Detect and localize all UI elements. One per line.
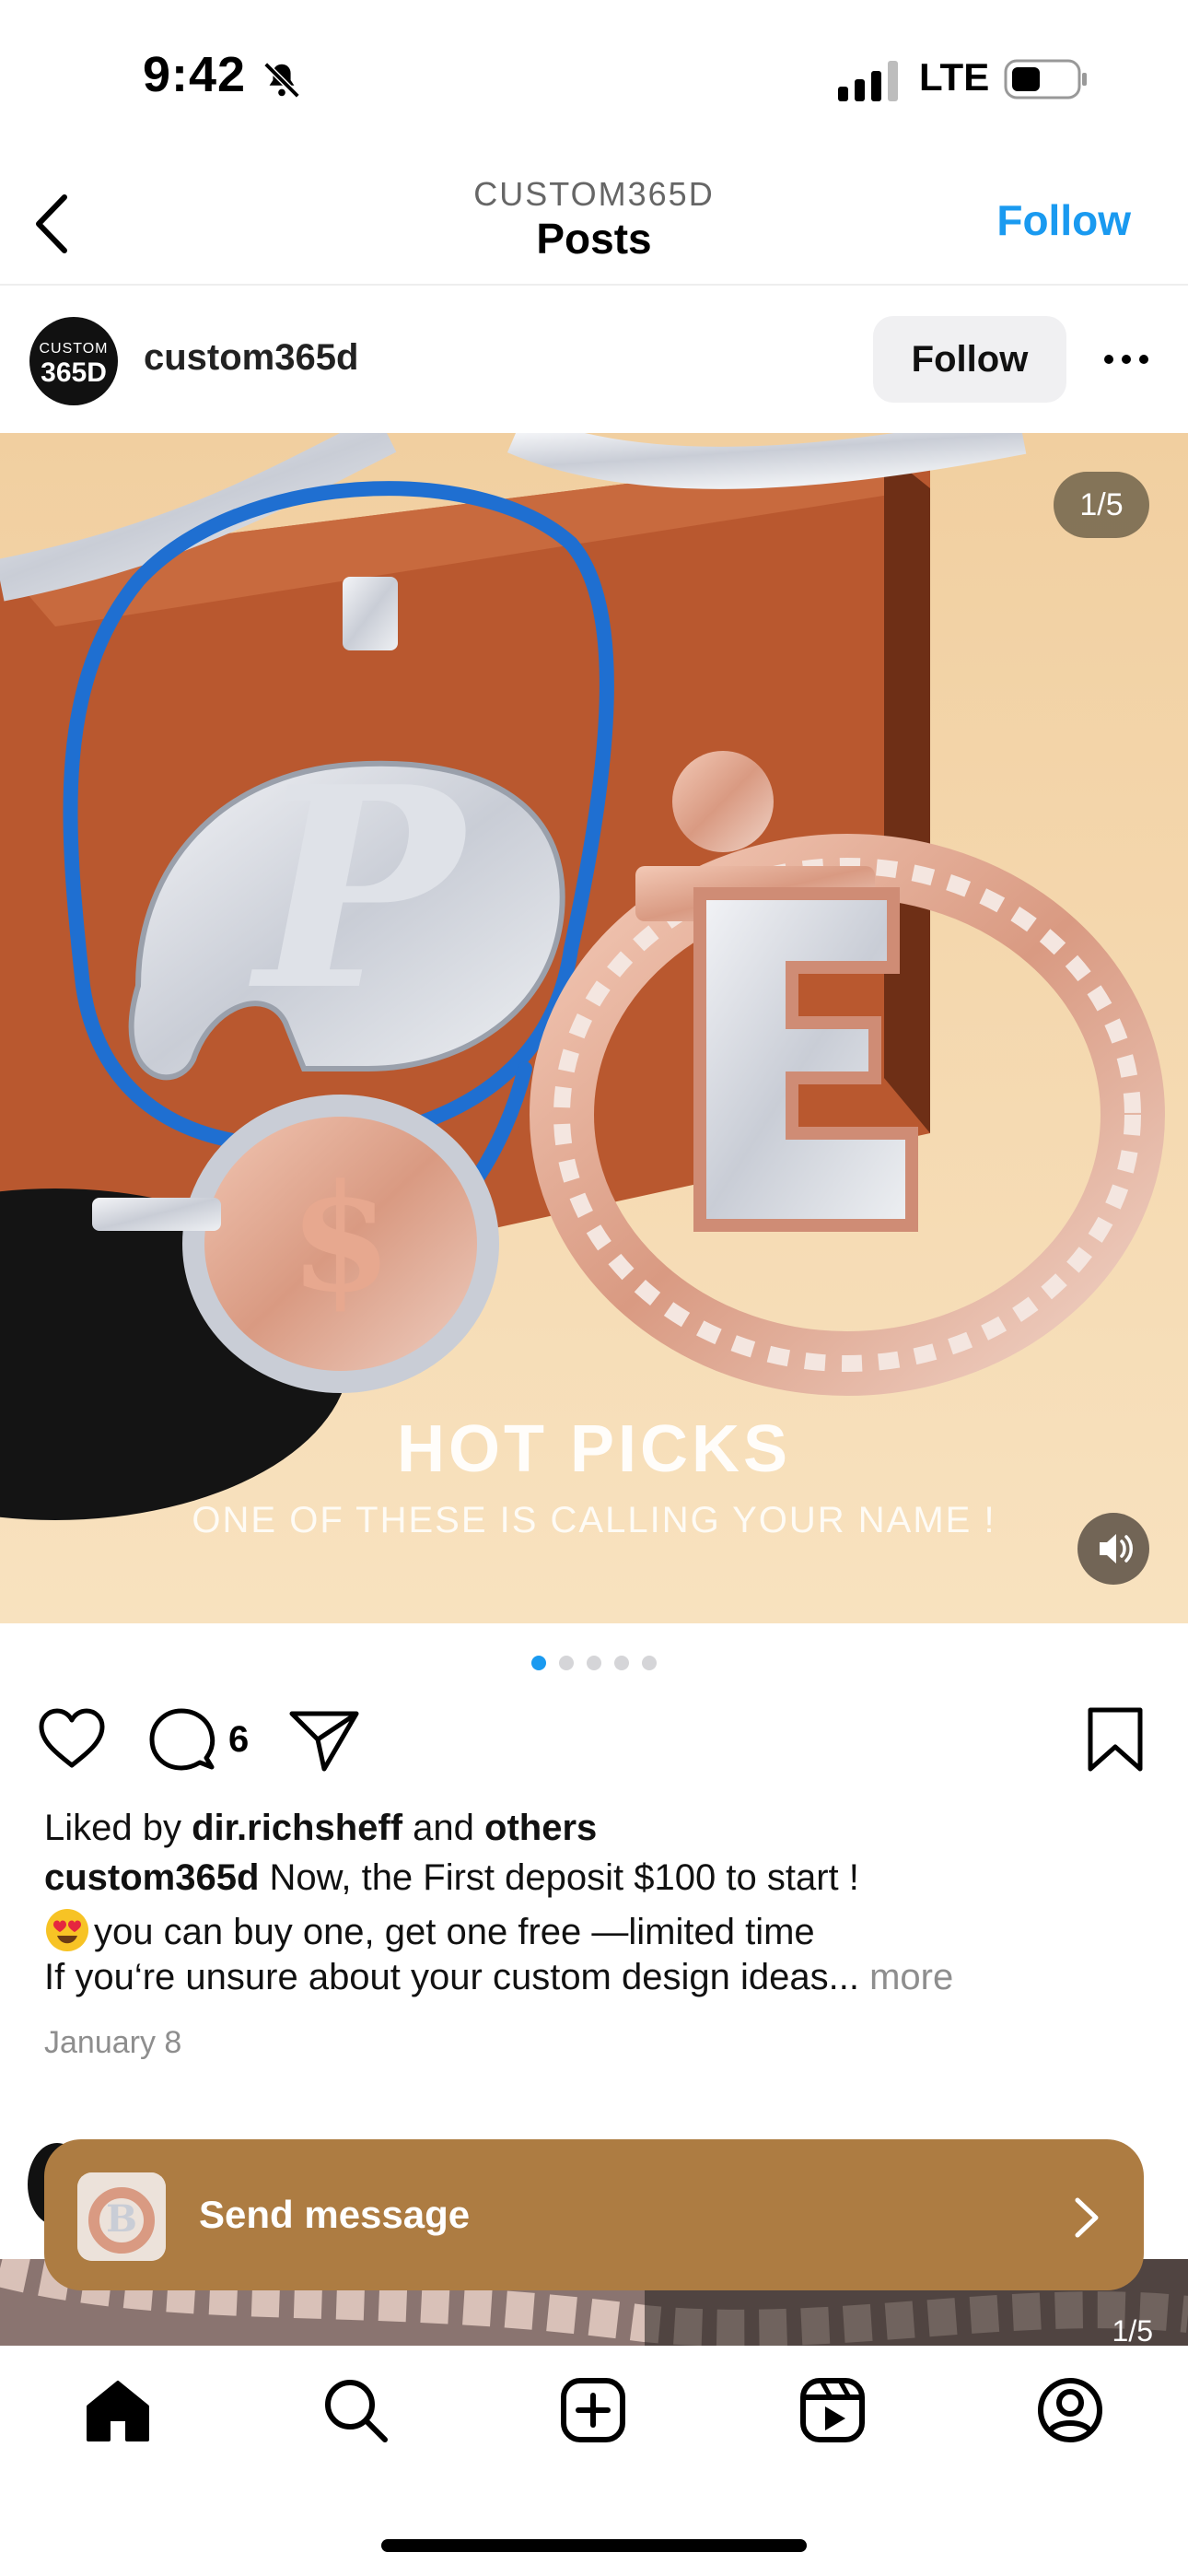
liked-user[interactable]: dir.richsheff bbox=[192, 1808, 402, 1848]
create-icon[interactable] bbox=[558, 2375, 628, 2445]
follow-button[interactable]: Follow bbox=[873, 316, 1066, 403]
image-subtitle: ONE OF THESE IS CALLING YOUR NAME ! bbox=[192, 1500, 996, 1540]
carousel-indicator bbox=[0, 1656, 1188, 1670]
carousel-dot bbox=[559, 1656, 574, 1670]
reels-icon[interactable] bbox=[798, 2375, 868, 2445]
more-dots-icon[interactable] bbox=[1101, 352, 1151, 367]
carousel-dot bbox=[587, 1656, 601, 1670]
home-indicator bbox=[381, 2539, 807, 2552]
search-icon[interactable] bbox=[320, 2375, 390, 2445]
liked-by-text[interactable]: Liked by dir.richsheff and others bbox=[44, 1808, 597, 1849]
comment-icon[interactable] bbox=[147, 1706, 215, 1773]
caption-username[interactable]: custom365d bbox=[44, 1857, 259, 1898]
liked-others[interactable]: others bbox=[484, 1808, 597, 1848]
home-icon[interactable] bbox=[83, 2375, 153, 2445]
heart-eyes-emoji-icon bbox=[46, 1909, 88, 1951]
image-title: HOT PICKS bbox=[396, 1412, 792, 1486]
send-message-label[interactable]: Send message bbox=[199, 2193, 470, 2237]
liked-and: and bbox=[402, 1808, 485, 1848]
caption-more-link[interactable]: more bbox=[859, 1957, 953, 1997]
avatar-text-top: CUSTOM bbox=[39, 341, 109, 357]
profile-icon[interactable] bbox=[1035, 2375, 1105, 2445]
signal-icon bbox=[838, 61, 898, 101]
network-type: LTE bbox=[919, 55, 990, 99]
caption-line-2: you can buy one, get one free —limited t… bbox=[44, 1907, 815, 1953]
avatar[interactable]: CUSTOM 365D bbox=[29, 317, 118, 405]
speaker-icon[interactable] bbox=[1077, 1513, 1149, 1585]
bookmark-icon[interactable] bbox=[1085, 1706, 1146, 1773]
next-post-image-counter: 1/5 bbox=[1112, 2314, 1153, 2348]
svg-text:$: $ bbox=[289, 1152, 391, 1325]
caption-line-1: custom365d Now, the First deposit $100 t… bbox=[44, 1857, 859, 1899]
svg-text:P: P bbox=[247, 726, 472, 1051]
caption-text-1: Now, the First deposit $100 to start ! bbox=[259, 1857, 859, 1898]
header-divider bbox=[0, 284, 1188, 286]
caption-text-3: If you‘re unsure about your custom desig… bbox=[44, 1957, 859, 1997]
chevron-right-icon[interactable] bbox=[1072, 2195, 1101, 2241]
svg-text:B: B bbox=[106, 2197, 137, 2241]
carousel-dot bbox=[531, 1656, 546, 1670]
carousel-dot bbox=[642, 1656, 657, 1670]
liked-prefix: Liked by bbox=[44, 1808, 192, 1848]
battery-icon bbox=[1004, 59, 1087, 100]
carousel-dot bbox=[614, 1656, 629, 1670]
bell-slash-icon bbox=[263, 62, 300, 99]
caption-line-3: If you‘re unsure about your custom desig… bbox=[44, 1957, 953, 1998]
heart-icon[interactable] bbox=[37, 1706, 107, 1771]
status-time: 9:42 bbox=[143, 47, 247, 102]
image-counter: 1/5 bbox=[1054, 472, 1149, 538]
avatar-text-main: 365D bbox=[41, 357, 107, 388]
caption-text-2: you can buy one, get one free —limited t… bbox=[94, 1912, 815, 1952]
header-follow-button[interactable]: Follow bbox=[996, 195, 1131, 245]
send-message-thumbnail: B bbox=[77, 2172, 166, 2261]
post-date: January 8 bbox=[44, 2025, 182, 2060]
comment-count: 6 bbox=[228, 1719, 250, 1760]
share-icon[interactable] bbox=[287, 1706, 361, 1774]
post-username[interactable]: custom365d bbox=[144, 337, 358, 379]
